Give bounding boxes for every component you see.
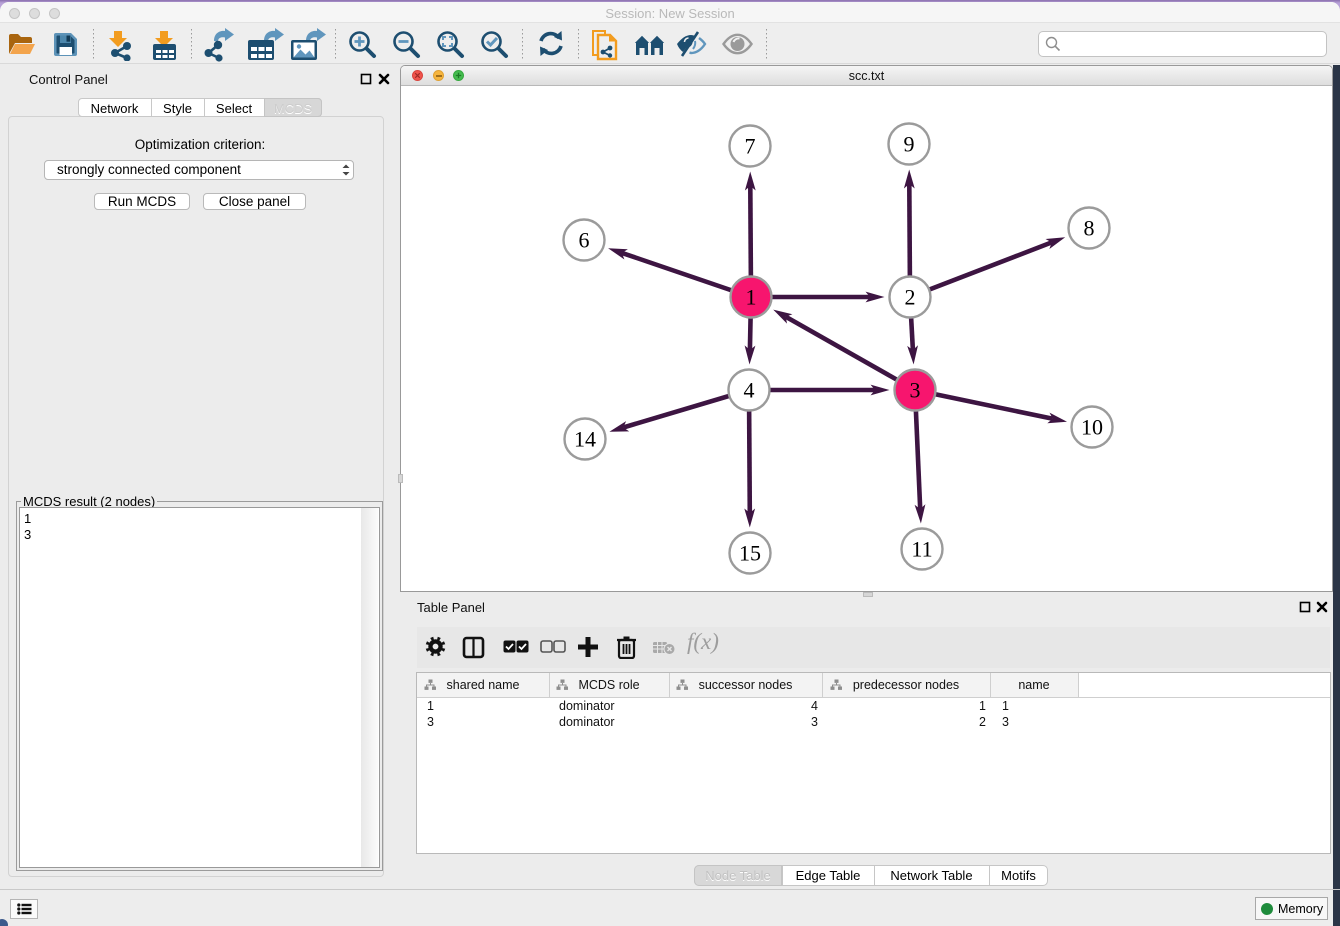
svg-text:3: 3	[910, 378, 921, 403]
svg-text:7: 7	[745, 134, 756, 159]
svg-text:14: 14	[574, 427, 596, 452]
svg-text:2: 2	[905, 285, 916, 310]
svg-text:6: 6	[579, 228, 590, 253]
svg-text:10: 10	[1081, 415, 1103, 440]
svg-text:8: 8	[1084, 216, 1095, 241]
svg-text:9: 9	[904, 132, 915, 157]
svg-text:1: 1	[746, 285, 757, 310]
svg-text:15: 15	[739, 541, 761, 566]
svg-text:4: 4	[744, 378, 755, 403]
svg-text:11: 11	[911, 537, 932, 562]
